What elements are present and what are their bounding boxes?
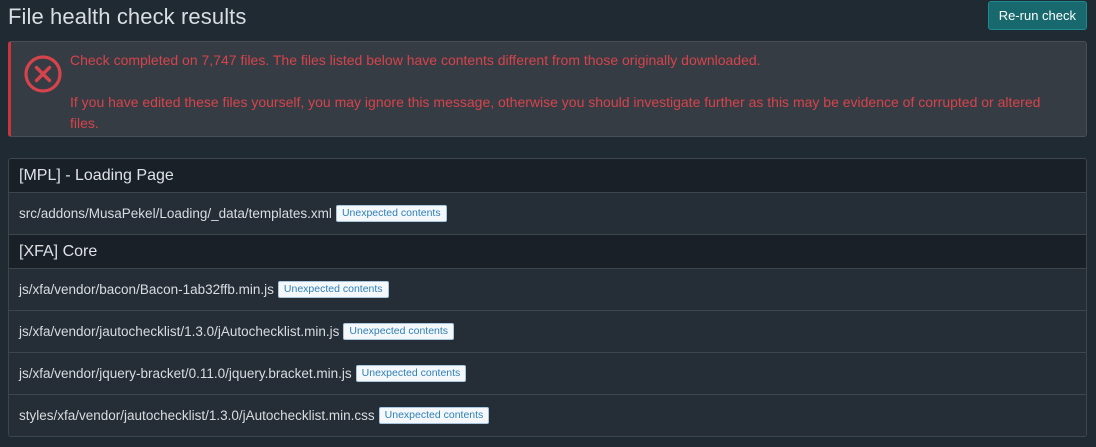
file-row: src/addons/MusaPekel/Loading/_data/templ… (9, 193, 1086, 235)
file-path: js/xfa/vendor/bacon/Bacon-1ab32ffb.min.j… (19, 282, 274, 297)
page-header: File health check results Re-run check (8, 0, 1087, 41)
alert-details: If you have edited these files yourself,… (70, 94, 1041, 131)
file-path: styles/xfa/vendor/jautochecklist/1.3.0/j… (19, 408, 375, 423)
group-header: [MPL] - Loading Page (9, 159, 1086, 193)
file-row: js/xfa/vendor/jquery-bracket/0.11.0/jque… (9, 353, 1086, 395)
file-row: js/xfa/vendor/bacon/Bacon-1ab32ffb.min.j… (9, 269, 1086, 311)
page: File health check results Re-run check C… (0, 0, 1096, 447)
group-header: [XFA] Core (9, 235, 1086, 269)
file-row: styles/xfa/vendor/jautochecklist/1.3.0/j… (9, 395, 1086, 436)
error-alert: Check completed on 7,747 files. The file… (8, 41, 1087, 137)
page-title: File health check results (8, 4, 247, 29)
file-row: js/xfa/vendor/jautochecklist/1.3.0/jAuto… (9, 311, 1086, 353)
status-badge: Unexpected contents (277, 281, 389, 298)
file-path: js/xfa/vendor/jautochecklist/1.3.0/jAuto… (19, 324, 340, 339)
file-path: src/addons/MusaPekel/Loading/_data/templ… (19, 206, 332, 221)
status-badge: Unexpected contents (343, 323, 455, 340)
file-path: js/xfa/vendor/jquery-bracket/0.11.0/jque… (19, 366, 352, 381)
rerun-check-button[interactable]: Re-run check (987, 1, 1087, 30)
status-badge: Unexpected contents (335, 205, 447, 222)
alert-summary: Check completed on 7,747 files. The file… (70, 52, 761, 68)
error-circle-x-icon (24, 55, 62, 93)
alert-message: Check completed on 7,747 files. The file… (70, 50, 1066, 134)
status-badge: Unexpected contents (355, 365, 467, 382)
results-list: [MPL] - Loading Page src/addons/MusaPeke… (8, 158, 1087, 437)
status-badge: Unexpected contents (378, 407, 490, 424)
